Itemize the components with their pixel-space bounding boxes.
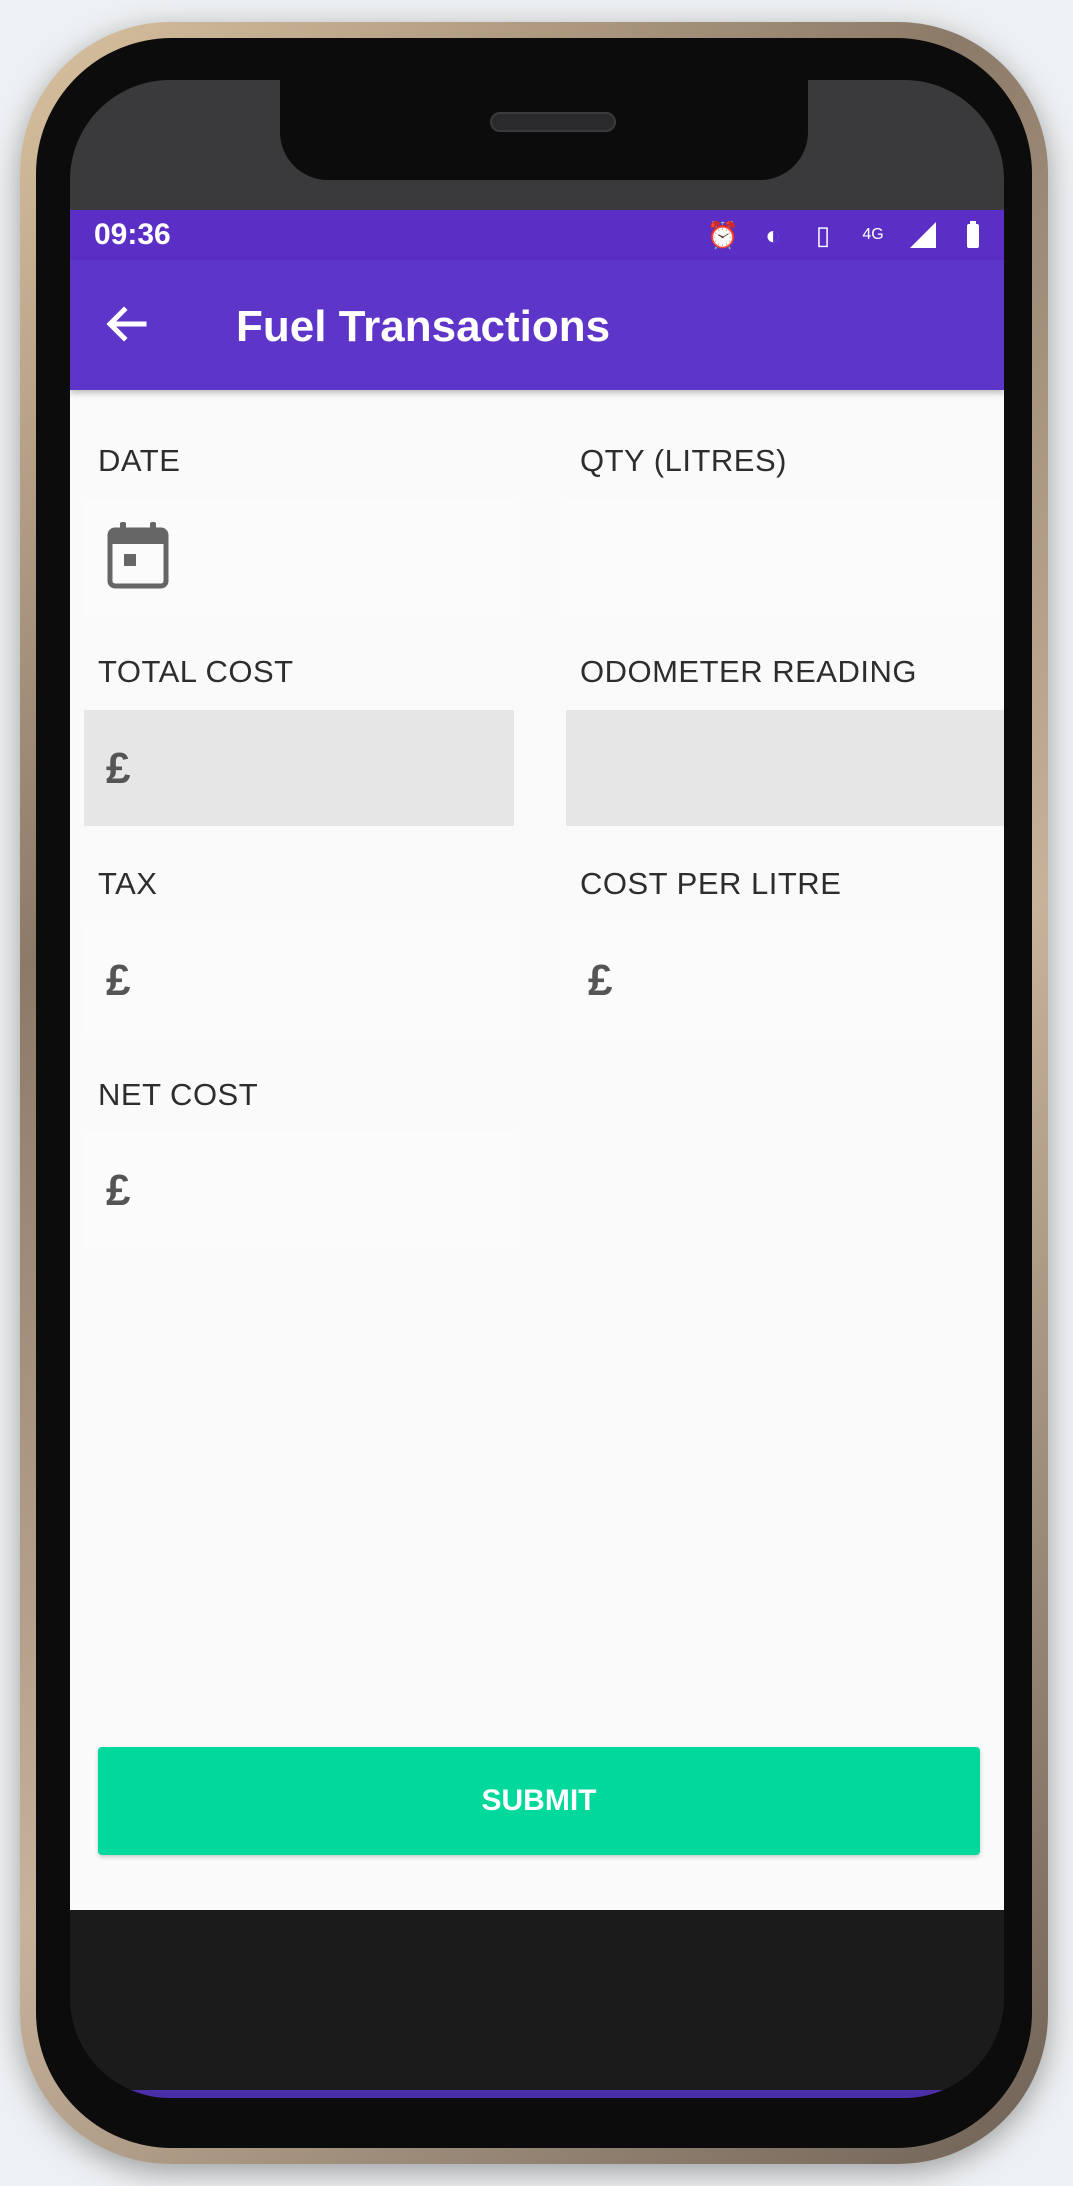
- qty-field[interactable]: [566, 500, 1002, 616]
- date-field[interactable]: [84, 500, 514, 616]
- status-icons: ⏰ ◐ ▯ 4G: [706, 218, 990, 252]
- signal-icon: [906, 218, 940, 252]
- odometer-field: [566, 710, 1004, 826]
- odometer-label: ODOMETER READING: [580, 654, 917, 689]
- net-cost-label: NET COST: [98, 1077, 259, 1112]
- currency-symbol: £: [106, 1166, 131, 1215]
- status-bar: 09:36 ⏰ ◐ ▯ 4G: [70, 210, 1004, 260]
- total-cost-field: £: [84, 710, 514, 826]
- cost-per-litre-field[interactable]: £: [566, 922, 1002, 1038]
- arrow-back-icon[interactable]: [100, 298, 152, 350]
- device-screen: 09:36 ⏰ ◐ ▯ 4G Fuel Transactions DATE QT…: [70, 80, 1004, 2098]
- status-time: 09:36: [94, 218, 171, 251]
- vibrate-icon: ▯: [815, 219, 831, 250]
- net-cost-field[interactable]: £: [84, 1132, 514, 1248]
- currency-symbol: £: [106, 956, 131, 1005]
- cost-per-litre-label: COST PER LITRE: [580, 866, 842, 901]
- date-label: DATE: [98, 443, 181, 478]
- total-cost-label: TOTAL COST: [98, 654, 294, 689]
- submit-button[interactable]: SUBMIT: [98, 1747, 980, 1855]
- 4g-icon: 4G: [862, 226, 884, 243]
- speaker-grille: [490, 112, 616, 132]
- alarm-icon: ⏰: [706, 219, 740, 250]
- notch: [280, 80, 808, 180]
- tax-field[interactable]: £: [84, 922, 514, 1038]
- qty-label: QTY (LITRES): [580, 443, 787, 478]
- tax-label: TAX: [98, 866, 158, 901]
- page-title: Fuel Transactions: [236, 302, 611, 351]
- calendar-icon: [107, 522, 169, 589]
- currency-symbol: £: [106, 744, 131, 793]
- app-screen: 09:36 ⏰ ◐ ▯ 4G Fuel Transactions DATE QT…: [70, 210, 1004, 1910]
- data-saver-icon: ◐: [765, 219, 781, 250]
- app-bar: Fuel Transactions: [70, 260, 1004, 390]
- currency-symbol: £: [588, 956, 613, 1005]
- battery-icon: [956, 218, 990, 252]
- home-indicator: [110, 2090, 964, 2098]
